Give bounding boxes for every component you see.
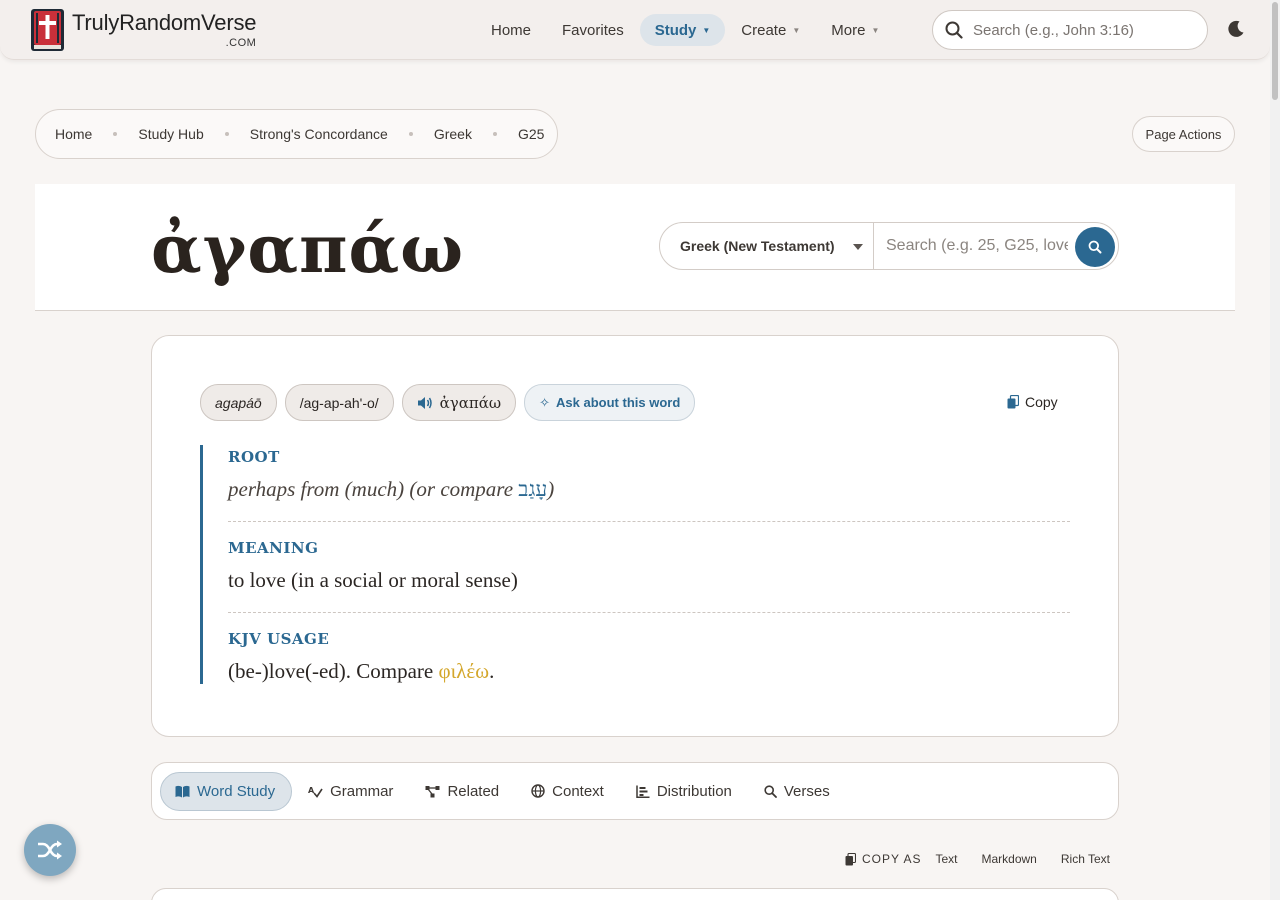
definition-card: agapáō /ag-ap-ah'-o/ ἀγαπάω ✧ Ask about … [151,335,1119,737]
language-select[interactable]: Greek (New Testament) [660,223,874,269]
breadcrumb-strongs[interactable]: Strong's Concordance [250,126,388,142]
lexicon-search-button[interactable] [1075,227,1115,267]
tab-grammar[interactable]: A Grammar [294,772,409,811]
kjv-usage-label: KJV USAGE [228,630,330,648]
lexicon-search-input[interactable] [886,237,1068,255]
nav-favorites[interactable]: Favorites [547,14,639,46]
main-nav: Home Favorites Study ▼ Create ▼ More ▼ [476,14,895,46]
page-actions-button[interactable]: Page Actions [1132,116,1235,152]
breadcrumb-separator [113,132,118,136]
nav-create[interactable]: Create ▼ [726,14,815,46]
network-icon [425,785,440,797]
title-band: ἀγαπάω Greek (New Testament) [35,184,1235,311]
scrollbar-thumb[interactable] [1272,2,1278,100]
copy-as-rich-text[interactable]: Rich Text [1061,852,1110,866]
copy-as-bar: COPY AS Text Markdown Rich Text [845,852,1134,866]
random-verse-button[interactable] [24,824,76,876]
dropdown-arrow-icon [853,244,863,250]
root-text: perhaps from (much) (or compare עָגַב) [228,477,555,501]
copy-button[interactable]: Copy [1007,394,1058,410]
breadcrumb-separator [224,132,229,136]
chevron-down-icon: ▼ [702,25,711,35]
page-scrollbar[interactable] [1270,0,1280,900]
tab-word-study[interactable]: Word Study [160,771,293,811]
tab-related[interactable]: Related [411,772,515,811]
moon-icon[interactable] [1226,19,1246,39]
brand-domain: .COM [225,36,257,49]
globe-icon [531,784,545,798]
brand-logo[interactable]: TrulyRandomVerse .COM [30,8,256,52]
spellcheck-icon: A [308,786,323,798]
pronunciation-chip: /ag-ap-ah'-o/ [284,384,394,421]
chevron-down-icon: ▼ [792,25,801,35]
breadcrumb-separator [492,132,497,136]
definition-list: ROOT perhaps from (much) (or compare עָג… [200,445,1070,684]
nav-more[interactable]: More ▼ [816,14,894,46]
copy-as-label: COPY AS [862,852,922,866]
hebrew-link[interactable]: עָגַב [518,477,547,501]
transliteration-chip: agapáō [200,384,277,421]
global-search[interactable] [932,10,1208,50]
breadcrumb-home[interactable]: Home [55,126,92,142]
tab-distribution[interactable]: Distribution [622,772,748,811]
meaning-section: MEANING to love (in a social or moral se… [228,521,1070,593]
search-icon [764,784,777,798]
breadcrumb: Home Study Hub Strong's Concordance Gree… [35,109,559,159]
search-icon [1088,240,1102,254]
kjv-usage-text: (be-)love(-ed). Compare φιλέω. [228,659,495,683]
root-section: ROOT perhaps from (much) (or compare עָג… [228,445,1070,502]
nav-home[interactable]: Home [476,14,546,46]
nav-study[interactable]: Study ▼ [639,14,726,46]
copy-icon [1007,395,1019,409]
word-chips: agapáō /ag-ap-ah'-o/ ἀγαπάω ✧ Ask about … [200,384,703,421]
meaning-label: MEANING [228,539,319,557]
speaker-icon [417,396,432,409]
breadcrumb-separator [408,132,413,136]
page-title: ἀγαπάω [151,210,465,288]
search-icon [945,21,963,39]
sparkle-icon: ✧ [539,394,551,410]
kjv-usage-section: KJV USAGE (be-)love(-ed). Compare φιλέω. [228,612,1070,684]
global-search-input[interactable] [973,21,1193,39]
meaning-text: to love (in a social or moral sense) [228,568,518,592]
tab-context[interactable]: Context [517,772,620,811]
bible-logo-icon [31,9,64,51]
top-navigation-bar: TrulyRandomVerse .COM Home Favorites Stu… [0,0,1270,60]
copy-as-markdown[interactable]: Markdown [982,852,1037,866]
breadcrumb-current: G25 [517,126,545,142]
copy-icon [845,852,856,865]
audio-word: ἀγαπάω [439,393,502,412]
tab-verses[interactable]: Verses [750,772,846,811]
book-icon [175,785,190,797]
copy-as-text[interactable]: Text [935,852,957,866]
lexicon-search: Greek (New Testament) [659,222,1119,270]
chevron-down-icon: ▼ [871,25,880,35]
language-select-value: Greek (New Testament) [680,238,835,254]
shuffle-icon [38,840,62,860]
study-tabs: Word Study A Grammar Related Context Dis… [151,762,1119,820]
breadcrumb-greek[interactable]: Greek [434,126,472,142]
compare-word-link[interactable]: φιλέω [438,659,489,683]
root-label: ROOT [228,448,280,466]
ask-about-word-button[interactable]: ✧ Ask about this word [524,384,696,421]
brand-name: TrulyRandomVerse [72,9,257,35]
breadcrumb-study-hub[interactable]: Study Hub [138,126,203,142]
content-card [151,888,1119,900]
audio-chip[interactable]: ἀγαπάω [401,384,517,421]
bar-chart-icon [636,785,650,798]
